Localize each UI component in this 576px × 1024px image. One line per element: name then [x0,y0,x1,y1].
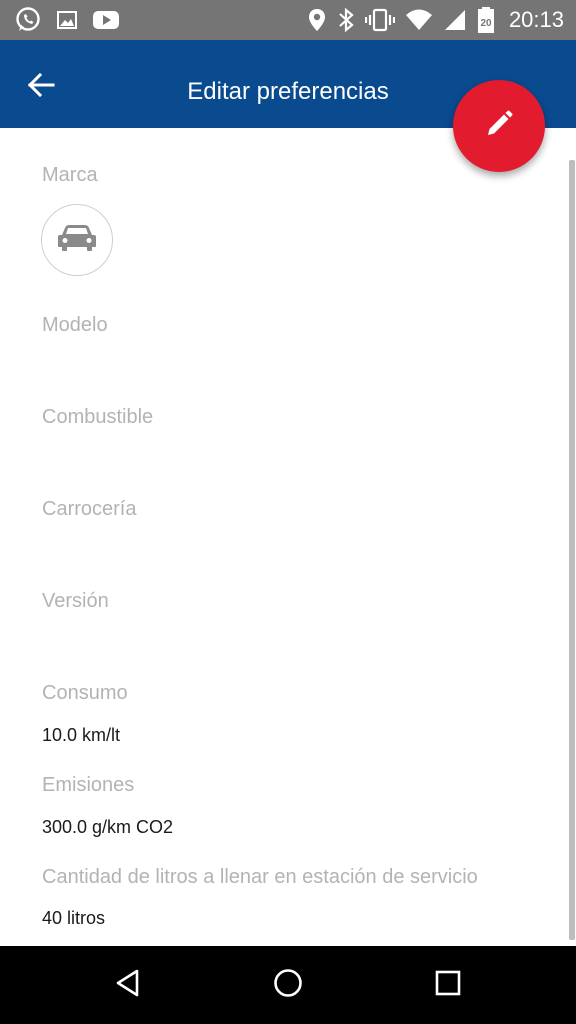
wifi-icon [405,8,433,32]
pencil-icon [483,108,515,145]
marca-label: Marca [42,164,98,186]
version-label[interactable]: Versión [42,590,109,613]
carroceria-label[interactable]: Carrocería [42,498,136,521]
navigation-bar [0,946,576,1024]
bluetooth-icon [337,7,355,33]
scrollbar[interactable] [569,160,575,940]
location-icon [307,7,327,33]
clock: 20:13 [508,7,564,32]
home-circle-icon [272,967,304,1004]
back-triangle-icon [113,968,143,1003]
emisiones-value[interactable]: 300.0 g/km CO2 [42,817,173,838]
emisiones-label: Emisiones [42,774,135,796]
whatsapp-icon [14,6,42,34]
vibrate-icon [364,7,395,33]
recents-square-icon [434,969,462,1002]
youtube-icon [92,9,120,31]
svg-text:20: 20 [480,18,492,29]
car-icon [57,224,97,257]
edit-fab-button[interactable] [453,80,545,172]
brand-selector[interactable] [41,204,113,276]
status-bar: 20 20:13 [0,0,576,40]
litros-label: Cantidad de litros a llenar en estación … [42,866,478,888]
nav-home-button[interactable] [258,960,318,1010]
consumo-label: Consumo [42,682,128,704]
consumo-value[interactable]: 10.0 km/lt [42,725,120,746]
nav-back-button[interactable] [98,960,158,1010]
modelo-label[interactable]: Modelo [42,314,108,337]
litros-value[interactable]: 40 litros [42,908,105,929]
combustible-label[interactable]: Combustible [42,406,153,429]
signal-icon [443,8,467,32]
nav-recents-button[interactable] [418,960,478,1010]
gallery-icon [56,9,78,31]
battery-icon: 20 [477,6,495,34]
